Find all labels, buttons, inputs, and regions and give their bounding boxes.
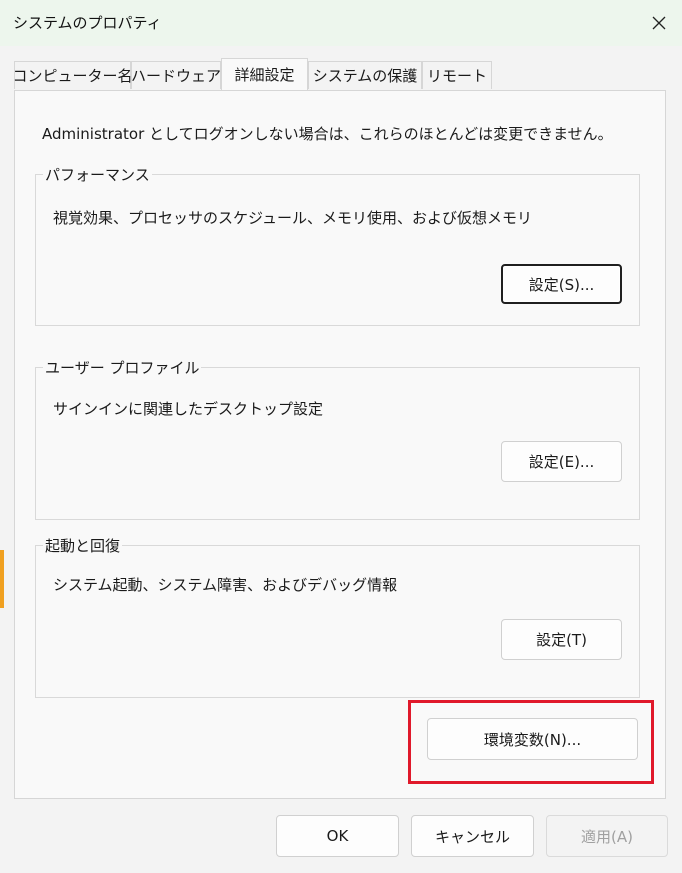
close-button[interactable] bbox=[636, 0, 682, 46]
startup-recovery-title: 起動と回復 bbox=[43, 535, 123, 556]
user-profile-description: サインインに関連したデスクトップ設定 bbox=[53, 400, 324, 418]
tab-remote[interactable]: リモート bbox=[422, 61, 492, 89]
window-title: システムのプロパティ bbox=[13, 14, 162, 32]
user-profile-title: ユーザー プロファイル bbox=[43, 357, 202, 378]
user-profile-settings-button[interactable]: 設定(E)... bbox=[501, 441, 622, 482]
advanced-panel: Administrator としてログオンしない場合は、これらのほとんどは変更で… bbox=[14, 90, 666, 799]
performance-description: 視覚効果、プロセッサのスケジュール、メモリ使用、および仮想メモリ bbox=[53, 209, 532, 227]
apply-button[interactable]: 適用(A) bbox=[546, 815, 668, 857]
tab-advanced[interactable]: 詳細設定 bbox=[221, 58, 308, 90]
performance-title: パフォーマンス bbox=[43, 164, 152, 185]
cancel-button[interactable]: キャンセル bbox=[411, 815, 534, 857]
startup-recovery-group: 起動と回復 システム起動、システム障害、およびデバッグ情報 設定(T) bbox=[35, 535, 640, 698]
title-bar: システムのプロパティ bbox=[0, 0, 682, 46]
performance-group: パフォーマンス 視覚効果、プロセッサのスケジュール、メモリ使用、および仮想メモリ… bbox=[35, 164, 640, 326]
highlight-box bbox=[408, 700, 654, 784]
tab-hardware[interactable]: ハードウェア bbox=[131, 61, 221, 89]
performance-settings-button[interactable]: 設定(S)... bbox=[501, 264, 622, 304]
tab-computer-name[interactable]: コンピューター名 bbox=[13, 61, 133, 89]
admin-notice: Administrator としてログオンしない場合は、これらのほとんどは変更で… bbox=[42, 125, 613, 143]
startup-recovery-description: システム起動、システム障害、およびデバッグ情報 bbox=[53, 576, 398, 594]
ok-button[interactable]: OK bbox=[276, 815, 399, 857]
background-edge-mark bbox=[0, 550, 4, 608]
close-icon bbox=[652, 16, 666, 30]
user-profile-group: ユーザー プロファイル サインインに関連したデスクトップ設定 設定(E)... bbox=[35, 357, 640, 520]
startup-recovery-settings-button[interactable]: 設定(T) bbox=[501, 619, 622, 660]
tab-system-protection[interactable]: システムの保護 bbox=[308, 61, 422, 89]
